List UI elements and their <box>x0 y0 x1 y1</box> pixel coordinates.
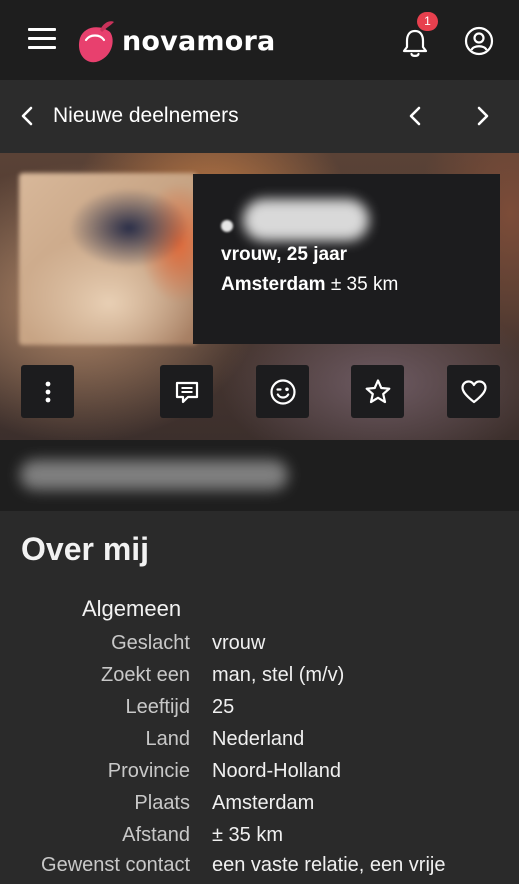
subnav-bar: Nieuwe deelnemers <box>0 80 519 153</box>
distance: ± 35 km <box>330 274 399 295</box>
message-button[interactable] <box>160 365 213 418</box>
detail-row-country: Land Nederland <box>0 728 519 758</box>
subnav-title: Nieuwe deelnemers <box>53 104 239 127</box>
back-chevron-icon[interactable] <box>16 104 38 128</box>
notification-badge: 1 <box>417 12 438 31</box>
profile-info-card: vrouw, 25 jaar Amsterdam ± 35 km <box>193 174 500 344</box>
detail-row-distance: Afstand ± 35 km <box>0 824 519 854</box>
profile-photo[interactable] <box>19 173 197 345</box>
detail-row-desired-contact: Gewenst contact een vaste relatie, een v… <box>0 854 519 884</box>
brand-logo[interactable]: novamora <box>74 18 275 64</box>
location-line: Amsterdam ± 35 km <box>221 274 398 296</box>
about-heading: Over mij <box>21 531 150 567</box>
detail-row-gender: Geslacht vrouw <box>0 632 519 662</box>
blurred-username <box>243 199 369 241</box>
bell-icon[interactable] <box>398 26 432 60</box>
general-section-label: Algemeen <box>82 596 182 621</box>
kebab-menu-icon <box>45 381 50 402</box>
like-button[interactable] <box>447 365 500 418</box>
about-section: Over mij Algemeen Geslacht vrouw Zoekt e… <box>0 511 519 876</box>
favorite-button[interactable] <box>351 365 404 418</box>
next-profile-chevron-icon[interactable] <box>472 104 494 128</box>
detail-value: vrouw <box>212 632 266 654</box>
novamora-logo <box>78 21 114 63</box>
detail-value: Nederland <box>212 728 305 750</box>
wink-button[interactable] <box>256 365 309 418</box>
detail-label: Plaats <box>134 792 190 814</box>
online-status-dot <box>221 220 233 232</box>
profile-hero: vrouw, 25 jaar Amsterdam ± 35 km <box>0 153 519 440</box>
detail-value: Amsterdam <box>212 792 315 814</box>
app-header: novamora 1 <box>0 0 519 80</box>
detail-value: Noord-Holland <box>212 760 341 782</box>
detail-label: Zoekt een <box>101 664 190 686</box>
previous-profile-chevron-icon[interactable] <box>404 104 426 128</box>
star-icon <box>365 378 390 403</box>
detail-value: man, stel (m/v) <box>212 664 345 686</box>
more-options-button[interactable] <box>21 365 74 418</box>
detail-value: 25 <box>212 696 235 718</box>
wink-face-icon <box>269 378 296 405</box>
detail-row-age: Leeftijd 25 <box>0 696 519 726</box>
city: Amsterdam <box>221 274 326 295</box>
blurred-headline-strip <box>0 440 519 511</box>
detail-label: Geslacht <box>111 632 190 654</box>
detail-row-seeking: Zoekt een man, stel (m/v) <box>0 664 519 694</box>
gender-age: vrouw, 25 jaar <box>221 244 348 265</box>
detail-label: Provincie <box>107 760 190 782</box>
brand-name: novamora <box>122 25 276 57</box>
account-icon[interactable] <box>462 24 496 58</box>
detail-label: Leeftijd <box>125 696 191 718</box>
detail-label: Afstand <box>122 824 190 846</box>
detail-row-province: Provincie Noord-Holland <box>0 760 519 790</box>
heart-icon <box>460 379 487 403</box>
detail-value: ± 35 km <box>212 824 283 846</box>
detail-row-city: Plaats Amsterdam <box>0 792 519 822</box>
hamburger-menu-icon[interactable] <box>28 28 56 52</box>
chat-bubble-icon <box>175 381 198 403</box>
blurred-headline <box>20 460 288 490</box>
detail-label: Land <box>145 728 191 750</box>
